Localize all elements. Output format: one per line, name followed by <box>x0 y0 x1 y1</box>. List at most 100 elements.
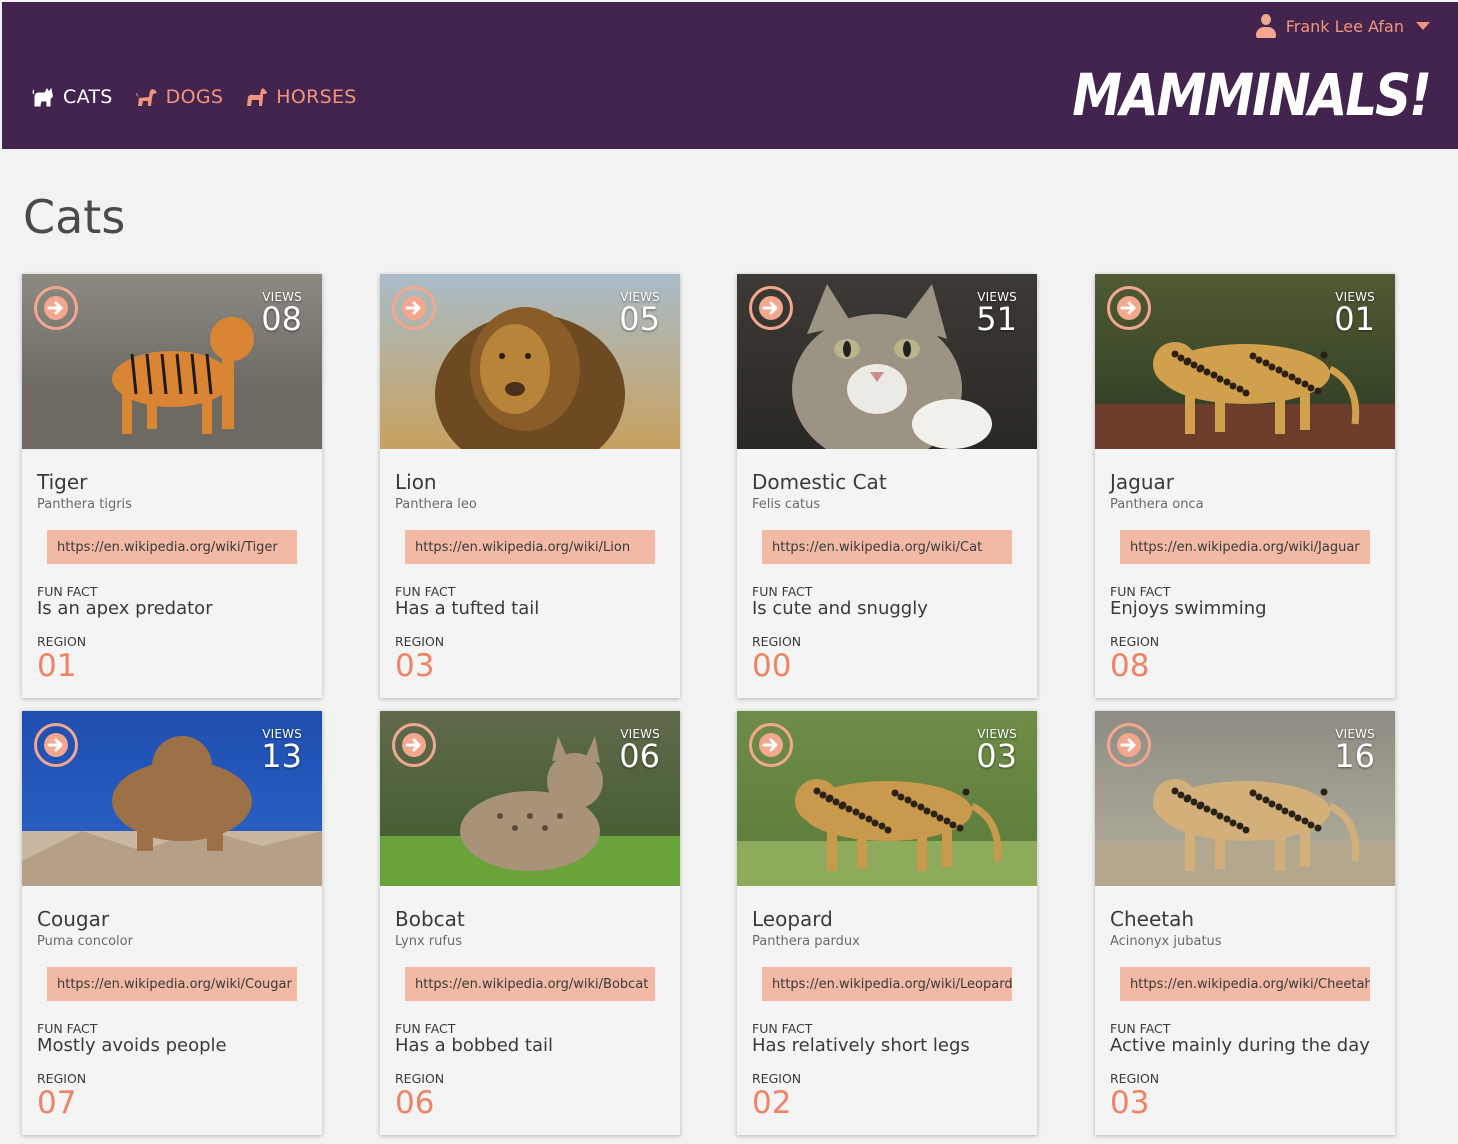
animal-card: VIEWS 13 Cougar Puma concolor https://en… <box>22 711 322 1135</box>
views-value: 06 <box>619 737 660 775</box>
user-menu[interactable]: Frank Lee Afan <box>1255 14 1430 38</box>
open-arrow-button[interactable] <box>34 723 78 767</box>
nav-label-dogs: DOGS <box>165 86 224 108</box>
wikipedia-link[interactable]: https://en.wikipedia.org/wiki/Cougar <box>47 967 297 1001</box>
nav-item-cats[interactable]: CATS <box>32 86 113 108</box>
animal-name: Leopard <box>752 907 833 931</box>
views-value: 16 <box>1334 737 1375 775</box>
cat-icon <box>32 87 53 107</box>
region-value: 08 <box>1110 648 1150 684</box>
region-label: REGION <box>1110 634 1160 649</box>
views-counter: VIEWS 06 <box>619 727 660 775</box>
open-arrow-button[interactable] <box>1107 723 1151 767</box>
animal-card: VIEWS 16 Cheetah Acinonyx jubatus https:… <box>1095 711 1395 1135</box>
region-value: 01 <box>37 648 77 684</box>
wikipedia-link[interactable]: https://en.wikipedia.org/wiki/Tiger <box>47 530 297 564</box>
fun-fact-value: Active mainly during the day <box>1110 1035 1370 1056</box>
views-value: 13 <box>261 737 302 775</box>
views-value: 01 <box>1334 300 1375 338</box>
open-arrow-button[interactable] <box>1107 286 1151 330</box>
horse-icon <box>247 88 268 106</box>
fun-fact-value: Has a bobbed tail <box>395 1035 554 1056</box>
user-icon <box>1255 14 1276 38</box>
scientific-name: Felis catus <box>752 497 821 512</box>
region-label: REGION <box>752 1071 802 1086</box>
dog-icon <box>135 89 157 106</box>
fun-fact-value: Is an apex predator <box>37 598 213 619</box>
nav-item-horses[interactable]: HORSES <box>245 86 356 108</box>
scientific-name: Panthera tigris <box>37 497 132 512</box>
scientific-name: Lynx rufus <box>395 934 462 949</box>
scientific-name: Panthera onca <box>1110 497 1204 512</box>
fun-fact-label: FUN FACT <box>752 1021 813 1036</box>
animal-name: Cougar <box>37 907 110 931</box>
wikipedia-link[interactable]: https://en.wikipedia.org/wiki/Bobcat <box>405 967 655 1001</box>
wikipedia-link[interactable]: https://en.wikipedia.org/wiki/Cat <box>762 530 1012 564</box>
wikipedia-link[interactable]: https://en.wikipedia.org/wiki/Cheetah <box>1120 967 1370 1001</box>
fun-fact-value: Mostly avoids people <box>37 1035 227 1056</box>
views-counter: VIEWS 05 <box>619 290 660 335</box>
nav-label-horses: HORSES <box>276 86 357 108</box>
fun-fact-label: FUN FACT <box>1110 1021 1171 1036</box>
animal-name: Domestic Cat <box>752 470 887 494</box>
fun-fact-label: FUN FACT <box>37 1021 98 1036</box>
animal-card: VIEWS 01 Jaguar Panthera onca https://en… <box>1095 274 1395 698</box>
region-value: 03 <box>395 648 435 684</box>
wikipedia-link[interactable]: https://en.wikipedia.org/wiki/Leopard <box>762 967 1012 1001</box>
animal-card: VIEWS 03 Leopard Panthera pardux https:/… <box>737 711 1037 1135</box>
open-arrow-button[interactable] <box>749 286 793 330</box>
scientific-name: Puma concolor <box>37 934 133 949</box>
open-arrow-button[interactable] <box>392 723 436 767</box>
fun-fact-value: Has a tufted tail <box>395 598 540 619</box>
nav-item-dogs[interactable]: DOGS <box>135 86 224 108</box>
views-value: 08 <box>261 300 302 338</box>
top-header: Frank Lee Afan CATS DOGS HORSES MAMMINAL… <box>2 2 1458 149</box>
scientific-name: Acinonyx jubatus <box>1110 934 1222 949</box>
open-arrow-button[interactable] <box>749 723 793 767</box>
page-title: Cats <box>23 190 126 244</box>
animal-name: Jaguar <box>1110 470 1175 494</box>
animal-name: Tiger <box>37 470 88 494</box>
region-label: REGION <box>37 634 87 649</box>
views-counter: VIEWS 16 <box>1334 727 1375 775</box>
arrow-right-icon <box>1117 296 1141 320</box>
region-label: REGION <box>395 1071 445 1086</box>
region-value: 03 <box>1110 1085 1150 1121</box>
fun-fact-label: FUN FACT <box>395 1021 456 1036</box>
site-logo[interactable]: MAMMINALS! <box>1072 62 1432 129</box>
views-value: 51 <box>976 300 1017 338</box>
animal-card: VIEWS 51 Domestic Cat Felis catus https:… <box>737 274 1037 698</box>
main-nav: CATS DOGS HORSES <box>32 86 357 108</box>
nav-label-cats: CATS <box>63 86 113 108</box>
arrow-right-icon <box>402 296 426 320</box>
arrow-right-icon <box>44 296 68 320</box>
region-value: 00 <box>752 648 792 684</box>
region-value: 02 <box>752 1085 792 1121</box>
views-counter: VIEWS 13 <box>261 727 302 775</box>
animal-card: VIEWS 05 Lion Panthera leo https://en.wi… <box>380 274 680 698</box>
fun-fact-value: Is cute and snuggly <box>752 598 928 619</box>
region-label: REGION <box>395 634 445 649</box>
views-counter: VIEWS 01 <box>1334 290 1375 338</box>
views-counter: VIEWS 08 <box>261 290 302 338</box>
fun-fact-label: FUN FACT <box>37 584 98 599</box>
region-label: REGION <box>752 634 802 649</box>
views-counter: VIEWS 03 <box>976 727 1017 775</box>
arrow-right-icon <box>44 733 68 757</box>
fun-fact-label: FUN FACT <box>1110 584 1171 599</box>
open-arrow-button[interactable] <box>34 286 78 330</box>
region-value: 07 <box>37 1085 77 1121</box>
arrow-right-icon <box>759 733 783 757</box>
arrow-right-icon <box>402 733 426 757</box>
arrow-right-icon <box>1117 733 1141 757</box>
scientific-name: Panthera leo <box>395 497 477 512</box>
views-value: 03 <box>976 737 1017 775</box>
caret-down-icon <box>1416 22 1430 30</box>
open-arrow-button[interactable] <box>392 286 436 330</box>
wikipedia-link[interactable]: https://en.wikipedia.org/wiki/Lion <box>405 530 655 564</box>
animal-name: Cheetah <box>1110 907 1195 931</box>
wikipedia-link[interactable]: https://en.wikipedia.org/wiki/Jaguar <box>1120 530 1370 564</box>
fun-fact-label: FUN FACT <box>752 584 813 599</box>
animal-card: VIEWS 08 Tiger Panthera tigris https://e… <box>22 274 322 698</box>
region-label: REGION <box>37 1071 87 1086</box>
